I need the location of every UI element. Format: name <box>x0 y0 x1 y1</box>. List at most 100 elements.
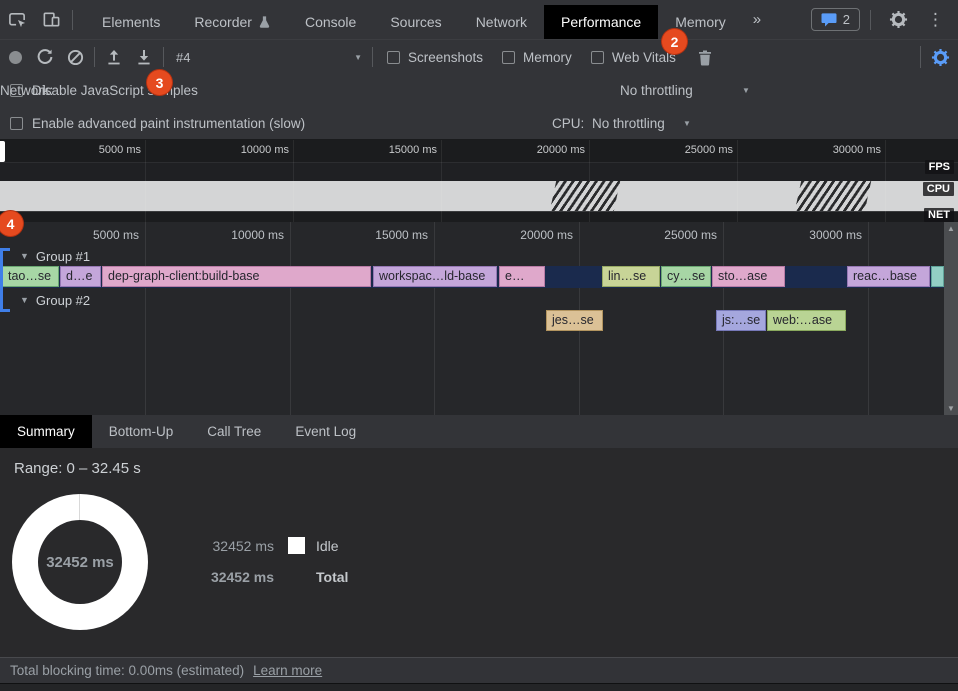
capture-settings-button[interactable] <box>920 46 950 68</box>
settings-button[interactable] <box>881 5 915 35</box>
reload-icon <box>36 48 54 66</box>
flame-tick-label: 5000 ms <box>69 228 139 242</box>
performance-toolbar: #4 ▼ Screenshots Memory Web Vitals <box>0 39 958 74</box>
group-header-2[interactable]: ▼ Group #2 <box>20 291 90 309</box>
flame-event-bar[interactable]: js:…se <box>716 310 766 331</box>
trash-icon <box>697 49 713 66</box>
flame-event-bar[interactable]: tao…se <box>2 266 59 287</box>
network-throttle-caret-icon[interactable]: ▼ <box>742 86 750 95</box>
flame-event-bar[interactable]: dep-graph-client:build-base <box>102 266 371 287</box>
overview-tick-line <box>589 140 590 222</box>
overview-tick-line <box>737 140 738 222</box>
scroll-down-icon[interactable]: ▼ <box>947 404 955 413</box>
total-blocking-time-text: Total blocking time: 0.00ms (estimated) <box>10 663 244 678</box>
reload-and-record-button[interactable] <box>30 43 60 71</box>
learn-more-link[interactable]: Learn more <box>253 663 322 678</box>
clear-button[interactable] <box>60 43 90 71</box>
triangle-down-icon: ▼ <box>20 295 29 305</box>
flame-event-bar[interactable]: workspac…ld-base <box>373 266 497 287</box>
summary-donut-chart: 32452 ms <box>12 494 148 630</box>
tab-performance[interactable]: Performance <box>544 5 658 39</box>
kebab-menu-button[interactable]: ⋮ <box>921 10 950 30</box>
tabbar-right-separator <box>870 10 871 30</box>
devtools-window: Elements Recorder Console Sources Network Per… <box>0 0 958 691</box>
step-badge-3: 3 <box>146 69 173 96</box>
scroll-up-icon[interactable]: ▲ <box>947 224 955 233</box>
cpu-throttle-value[interactable]: No throttling <box>592 116 665 131</box>
triangle-down-icon: ▼ <box>20 251 29 261</box>
checkbox-box[interactable] <box>502 51 515 64</box>
network-label: Network: <box>0 83 53 98</box>
detail-tab-bottom-up[interactable]: Bottom-Up <box>92 415 191 448</box>
flame-chart[interactable]: 5000 ms10000 ms15000 ms20000 ms25000 ms3… <box>0 222 958 415</box>
tab-recorder[interactable]: Recorder <box>177 5 288 39</box>
tab-console[interactable]: Console <box>288 5 373 39</box>
status-footer: Total blocking time: 0.00ms (estimated) … <box>0 657 958 683</box>
checkbox-box[interactable] <box>591 51 604 64</box>
device-toolbar-icon <box>42 10 61 29</box>
detail-tab-event-log[interactable]: Event Log <box>278 415 373 448</box>
checkbox-screenshots[interactable]: Screenshots <box>387 50 483 65</box>
save-profile-button[interactable] <box>129 43 159 71</box>
checkbox-memory[interactable]: Memory <box>502 50 572 65</box>
overview-ruler: 5000 ms10000 ms15000 ms20000 ms25000 ms3… <box>0 140 958 163</box>
more-tabs-button[interactable]: » <box>743 11 771 28</box>
cpu-busy-hatch <box>550 181 620 211</box>
flame-event-bar[interactable]: web:…ase <box>767 310 846 331</box>
flame-gridline <box>145 222 146 415</box>
summary-pane: Range: 0 – 32.45 s 32452 ms 32452 msIdle… <box>0 448 958 657</box>
flame-event-bar[interactable]: lin…se <box>602 266 660 287</box>
overview-tick-label: 5000 ms <box>71 144 141 156</box>
delete-recording-button[interactable] <box>690 43 720 71</box>
checkbox-web-vitals[interactable]: Web Vitals <box>591 50 676 65</box>
checkbox-box[interactable] <box>387 51 400 64</box>
cpu-throttle-caret-icon[interactable]: ▼ <box>683 119 691 128</box>
timeline-overview[interactable]: 5000 ms10000 ms15000 ms20000 ms25000 ms3… <box>0 140 958 222</box>
flame-event-bar[interactable] <box>931 266 944 287</box>
inspect-cursor-icon <box>8 10 27 29</box>
flame-event-bar[interactable]: sto…ase <box>712 266 785 287</box>
flame-event-bar[interactable]: reac…base <box>847 266 930 287</box>
net-lane-label: NET <box>924 208 954 222</box>
load-profile-button[interactable] <box>99 43 129 71</box>
flame-event-bar[interactable]: d…e <box>60 266 101 287</box>
history-dropdown[interactable]: #4 ▼ <box>176 44 368 70</box>
feedback-button[interactable]: 2 <box>811 8 860 31</box>
toolbar-separator-2 <box>163 47 164 67</box>
detail-tab-call-tree[interactable]: Call Tree <box>190 415 278 448</box>
fps-lane-label: FPS <box>925 160 954 174</box>
record-button[interactable] <box>0 43 30 71</box>
flame-event-bar[interactable]: cy…se <box>661 266 711 287</box>
inspect-element-button[interactable] <box>0 5 34 35</box>
overview-tick-line <box>885 140 886 222</box>
paint-instrumentation-checkbox[interactable] <box>10 117 23 130</box>
flame-scrollbar[interactable]: ▲ ▼ <box>944 222 958 415</box>
gear-icon <box>889 10 908 29</box>
overview-tick-label: 30000 ms <box>811 144 881 156</box>
flame-event-bar[interactable]: e… <box>499 266 545 287</box>
device-toolbar-button[interactable] <box>34 5 68 35</box>
range-label: Range: 0 – 32.45 s <box>14 460 141 477</box>
overview-net-lane <box>0 211 958 222</box>
tab-sources[interactable]: Sources <box>373 5 458 39</box>
group-label-text: Group #2 <box>36 293 90 308</box>
checkbox-label: Memory <box>523 50 572 65</box>
network-throttle-value[interactable]: No throttling <box>620 83 693 98</box>
overview-tick-label: 25000 ms <box>663 144 733 156</box>
legend-swatch <box>288 537 305 554</box>
overview-left-handle[interactable] <box>0 141 5 162</box>
flame-tick-label: 20000 ms <box>503 228 573 242</box>
tab-network[interactable]: Network <box>459 5 544 39</box>
capture-settings-gear-icon <box>931 48 950 67</box>
detail-tab-summary[interactable]: Summary <box>0 415 92 448</box>
tab-label: Performance <box>561 14 641 30</box>
tabbar-right: 2 ⋮ <box>811 5 958 35</box>
disable-js-row: Disable JavaScript samples Network: No t… <box>0 74 958 107</box>
tab-label: Recorder <box>194 14 252 30</box>
tab-elements[interactable]: Elements <box>85 5 177 39</box>
flame-event-bar[interactable]: jes…se <box>546 310 603 331</box>
tab-label: Sources <box>390 14 441 30</box>
group-header-1[interactable]: ▼Group #1 <box>20 247 90 265</box>
flame-gridline <box>868 222 869 415</box>
tab-label: Console <box>305 14 356 30</box>
